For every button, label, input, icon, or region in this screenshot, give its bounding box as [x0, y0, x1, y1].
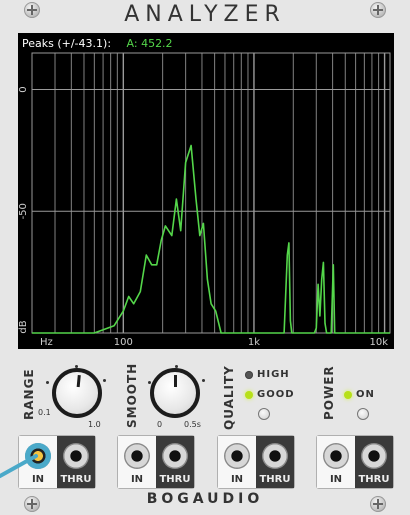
quality-high-label: HIGH [257, 369, 290, 380]
channel-d-io: IN THRU [316, 435, 394, 489]
brand-logo: BOGAUDIO [146, 491, 264, 507]
smooth-max-label: 0.5s [184, 420, 201, 429]
range-knob[interactable] [52, 368, 102, 418]
channel-b-thru-label: THRU [159, 474, 191, 485]
x-tick-label: 100 [114, 337, 133, 348]
smooth-knob-pointer [173, 375, 177, 387]
spectrum-display: 0 -50 dB Hz 100 1k 10k Peaks (+/-43.1): A: 452… [18, 33, 394, 349]
spectrum-plot: 0 -50 dB Hz 100 1k 10k [18, 52, 391, 348]
quality-label: QUALITY [222, 365, 236, 430]
spectrum-trace [32, 144, 390, 334]
power-led [344, 391, 352, 399]
channel-c-thru-label: THRU [259, 474, 291, 485]
x-tick-label: 1k [248, 337, 260, 348]
channel-b-thru-jack[interactable] [162, 443, 188, 469]
power-button[interactable] [357, 408, 369, 420]
channel-c-in-jack[interactable] [224, 443, 250, 469]
channel-b-io: IN THRU [117, 435, 195, 489]
peaks-value: A: 452.2 [126, 37, 173, 50]
smooth-tick [202, 379, 205, 382]
x-tick-label: Hz [40, 337, 53, 348]
range-min-label: 0.1 [38, 408, 51, 417]
channel-b-in-jack[interactable] [124, 443, 150, 469]
channel-b-in-label: IN [130, 474, 144, 485]
channel-a-thru-label: THRU [60, 474, 92, 485]
power-label: POWER [322, 365, 336, 420]
range-max-label: 1.0 [88, 420, 101, 429]
channel-d-thru-jack[interactable] [361, 443, 387, 469]
channel-c-thru-jack[interactable] [262, 443, 288, 469]
smooth-min-label: 0 [157, 420, 163, 429]
analyzer-module: ANALYZER 0 -50 dB Hz 100 1k 10k Peaks (+/-43.1… [0, 0, 410, 515]
range-tick [103, 379, 106, 382]
channel-d-thru-label: THRU [358, 474, 390, 485]
quality-good-label: GOOD [257, 389, 295, 400]
quality-good-led [245, 391, 253, 399]
channel-c-in-label: IN [230, 474, 244, 485]
smooth-label: SMOOTH [125, 362, 139, 428]
channel-d-in-label: IN [329, 474, 343, 485]
range-knob-pointer [76, 374, 81, 388]
channel-a-thru-jack[interactable] [63, 443, 89, 469]
module-title: ANALYZER [124, 2, 286, 27]
peaks-readout: Peaks (+/-43.1): A: 452.2 [22, 37, 173, 50]
quality-high-led [245, 371, 253, 379]
range-tick [46, 381, 49, 384]
plot-frame [31, 52, 391, 334]
smooth-knob[interactable] [150, 368, 200, 418]
y-tick-label: dB [18, 320, 29, 333]
channel-c-io: IN THRU [217, 435, 295, 489]
channel-d-in-jack[interactable] [323, 443, 349, 469]
y-tick-label: -50 [18, 203, 29, 219]
range-label: RANGE [22, 368, 36, 420]
power-on-label: ON [356, 389, 375, 400]
x-tick-label: 10k [369, 337, 388, 348]
peaks-label: Peaks (+/-43.1): [22, 37, 112, 50]
quality-button[interactable] [258, 408, 270, 420]
y-tick-label: 0 [18, 86, 29, 92]
